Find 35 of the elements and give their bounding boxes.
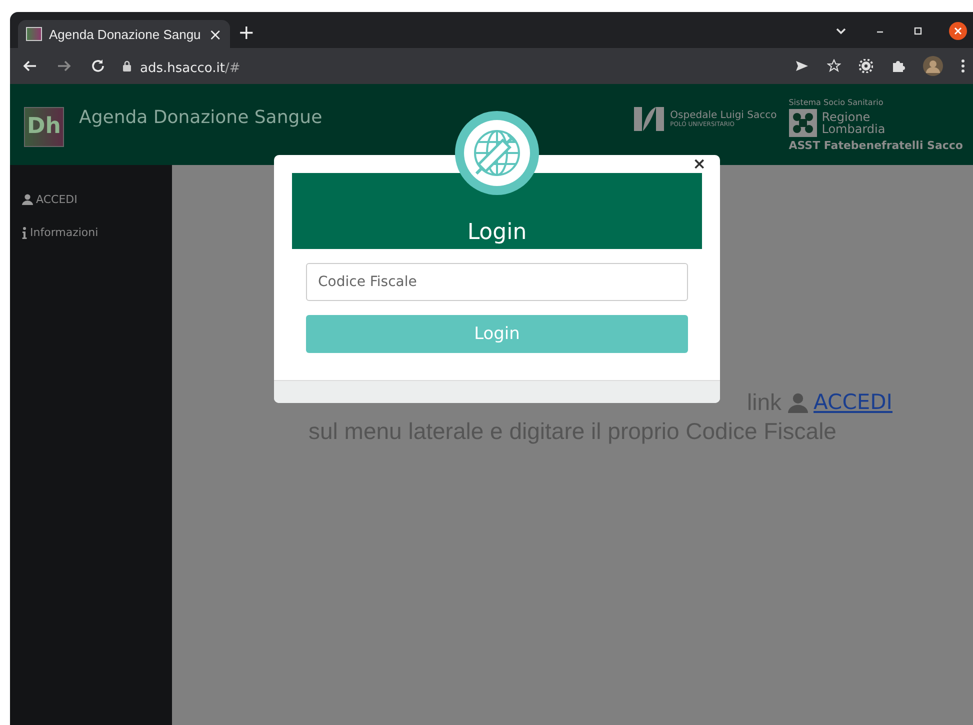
hospital-logo-icon bbox=[634, 104, 664, 132]
puzzle-icon[interactable] bbox=[891, 59, 905, 73]
url-text[interactable]: ads.hsacco.it/# bbox=[140, 56, 240, 76]
close-tab-button[interactable]: × bbox=[208, 24, 222, 44]
app-title: Agenda Donazione Sangue bbox=[79, 107, 322, 128]
forward-icon[interactable] bbox=[56, 58, 72, 74]
region-name: Lombardia bbox=[822, 122, 886, 134]
asst-name: ASST Fatebenefratelli Sacco bbox=[788, 138, 963, 152]
send-icon[interactable] bbox=[795, 59, 809, 73]
gear-icon[interactable] bbox=[859, 59, 873, 73]
region-logo-icon bbox=[788, 108, 817, 136]
sidebar-item[interactable]: Informazioni bbox=[10, 216, 172, 249]
sidebar-item[interactable]: ACCEDI bbox=[10, 183, 172, 216]
region-caption: Sistema Socio Sanitario bbox=[788, 98, 884, 106]
tab-title: Agenda Donazione Sangu bbox=[49, 26, 202, 42]
avatar-icon[interactable] bbox=[923, 56, 943, 76]
user-icon bbox=[22, 194, 33, 205]
maximize-icon[interactable] bbox=[913, 26, 923, 36]
region-name: Regione bbox=[822, 110, 872, 122]
new-tab-button[interactable]: + bbox=[238, 16, 255, 44]
hospital-name: Ospedale Luigi Sacco bbox=[670, 110, 777, 120]
app-logo: Dh bbox=[24, 106, 64, 146]
reload-icon[interactable] bbox=[90, 58, 106, 74]
menu-icon[interactable] bbox=[961, 59, 965, 73]
info-icon bbox=[22, 226, 27, 238]
fiscal-code-field[interactable]: Codice Fiscale bbox=[306, 263, 688, 301]
favicon-icon bbox=[26, 27, 42, 41]
lock-icon bbox=[122, 60, 132, 72]
close-button[interactable]: × bbox=[692, 157, 706, 171]
back-icon[interactable] bbox=[22, 58, 38, 74]
star-icon[interactable] bbox=[827, 59, 841, 73]
dialog-title: Login bbox=[467, 220, 527, 245]
user-icon bbox=[788, 392, 808, 412]
close-window-icon[interactable] bbox=[949, 22, 967, 40]
browser-tab[interactable]: Agenda Donazione Sangu × bbox=[18, 20, 230, 48]
